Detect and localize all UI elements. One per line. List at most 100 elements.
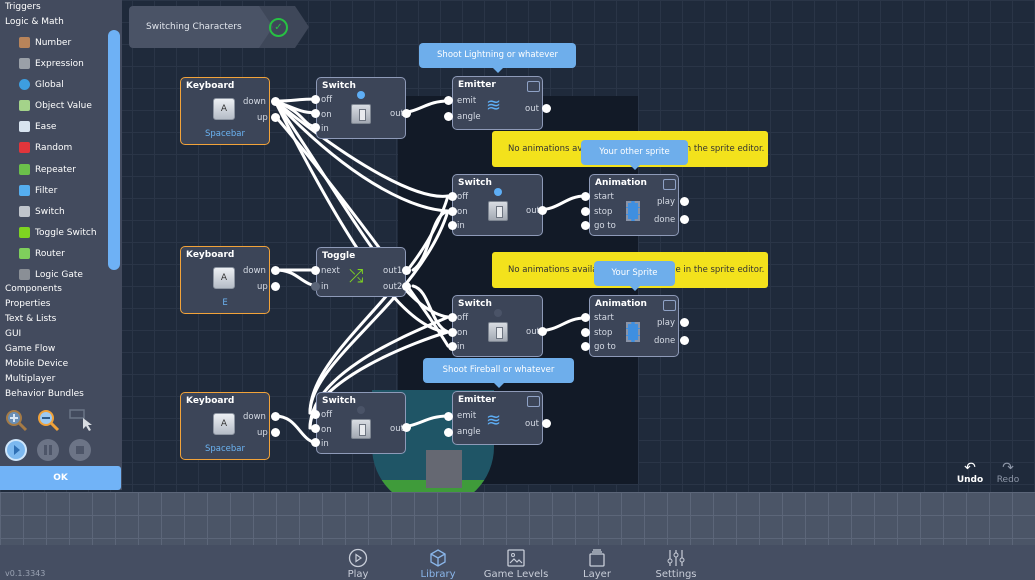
port-on[interactable] — [311, 109, 320, 118]
sidebar-item-toggle-switch[interactable]: Toggle Switch — [19, 227, 97, 238]
port-stop[interactable] — [581, 207, 590, 216]
port-angle[interactable] — [444, 112, 453, 121]
port-on[interactable] — [448, 207, 457, 216]
category-behavior-bundles[interactable]: Behavior Bundles — [5, 389, 84, 399]
port-angle[interactable] — [444, 428, 453, 437]
port-play[interactable] — [680, 318, 689, 327]
category-logic-math[interactable]: Logic & Math — [5, 17, 64, 27]
emitter-node-1[interactable]: Emitter emit angle ≋ out — [452, 76, 543, 130]
switch-node-1[interactable]: Switch off on in out — [316, 77, 406, 139]
sidebar-item-switch[interactable]: Switch — [19, 206, 65, 217]
switch-node-2[interactable]: Switch off on in out — [452, 174, 543, 236]
nav-layer[interactable]: Layer — [562, 548, 632, 580]
ok-button[interactable]: OK — [0, 466, 121, 490]
comment-bubble[interactable]: Your Sprite — [594, 261, 675, 291]
port-on[interactable] — [311, 424, 320, 433]
switch-node-3[interactable]: Switch off on in out — [316, 392, 406, 454]
nav-game-levels[interactable]: Game Levels — [481, 548, 551, 580]
sidebar-item-number[interactable]: Number — [19, 37, 71, 48]
category-game-flow[interactable]: Game Flow — [5, 344, 55, 354]
port-out[interactable] — [538, 206, 547, 215]
switch-node-4[interactable]: Switch off on in out — [452, 295, 543, 357]
nav-library[interactable]: Library — [403, 548, 473, 580]
play-icon[interactable] — [4, 438, 28, 462]
port-out2[interactable] — [402, 282, 411, 291]
sidebar-item-random[interactable]: Random — [19, 142, 72, 153]
port-go-to[interactable] — [581, 221, 590, 230]
comment-bubble[interactable]: Shoot Lightning or whatever — [419, 43, 576, 73]
port-down[interactable] — [271, 412, 280, 421]
port-stop[interactable] — [581, 328, 590, 337]
port-off[interactable] — [448, 313, 457, 322]
port-in[interactable] — [448, 342, 457, 351]
port-in[interactable] — [448, 221, 457, 230]
breadcrumb-title[interactable]: Switching Characters — [129, 6, 273, 48]
port-out[interactable] — [402, 109, 411, 118]
port-off[interactable] — [311, 410, 320, 419]
port-out1[interactable] — [402, 266, 411, 275]
zoom-out-icon[interactable] — [36, 408, 60, 432]
animation-node-1[interactable]: Animation start stop go to play done — [589, 174, 679, 236]
category-gui[interactable]: GUI — [5, 329, 21, 339]
keyboard-node-3[interactable]: Keyboard A down up Spacebar — [180, 392, 270, 460]
comment-bubble[interactable]: Shoot Fireball or whatever — [423, 358, 574, 388]
port-start[interactable] — [581, 313, 590, 322]
category-components[interactable]: Components — [5, 284, 62, 294]
port-down[interactable] — [271, 266, 280, 275]
category-triggers[interactable]: Triggers — [5, 2, 41, 12]
category-text-lists[interactable]: Text & Lists — [5, 314, 56, 324]
port-out[interactable] — [542, 419, 551, 428]
animation-node-2[interactable]: Animation start stop go to play done — [589, 295, 679, 357]
comment-icon[interactable] — [527, 396, 540, 407]
port-off[interactable] — [311, 95, 320, 104]
port-in[interactable] — [311, 438, 320, 447]
port-start[interactable] — [581, 192, 590, 201]
port-play[interactable] — [680, 197, 689, 206]
sidebar-item-filter[interactable]: Filter — [19, 185, 57, 196]
nav-settings[interactable]: Settings — [641, 548, 711, 580]
port-go-to[interactable] — [581, 342, 590, 351]
port-done[interactable] — [680, 215, 689, 224]
sidebar-item-ease[interactable]: Ease — [19, 121, 56, 132]
port-on[interactable] — [448, 328, 457, 337]
port-emit[interactable] — [444, 96, 453, 105]
comment-icon[interactable] — [527, 81, 540, 92]
category-mobile-device[interactable]: Mobile Device — [5, 359, 68, 369]
check-icon[interactable]: ✓ — [269, 18, 288, 37]
sidebar-item-object-value[interactable]: Object Value — [19, 100, 92, 111]
stop-icon[interactable] — [68, 438, 92, 462]
select-cursor-icon[interactable] — [68, 408, 92, 432]
keyboard-node-1[interactable]: Keyboard A down up Spacebar — [180, 77, 270, 145]
pause-icon[interactable] — [36, 438, 60, 462]
comment-bubble[interactable]: Your other sprite — [581, 140, 688, 170]
port-out[interactable] — [542, 104, 551, 113]
keyboard-node-2[interactable]: Keyboard A down up E — [180, 246, 270, 314]
port-up[interactable] — [271, 282, 280, 291]
toggle-node[interactable]: Toggle next in ⤮ out1 out2 — [316, 247, 406, 297]
port-done[interactable] — [680, 336, 689, 345]
sidebar-item-repeater[interactable]: Repeater — [19, 164, 76, 175]
redo-button[interactable]: ↷ Redo — [993, 461, 1023, 485]
category-multiplayer[interactable]: Multiplayer — [5, 374, 55, 384]
comment-icon[interactable] — [663, 179, 676, 190]
undo-button[interactable]: ↶ Undo — [955, 461, 985, 485]
nav-play[interactable]: Play — [323, 548, 393, 580]
sidebar-scrollbar[interactable] — [108, 30, 120, 270]
port-in[interactable] — [311, 282, 320, 291]
comment-icon[interactable] — [663, 300, 676, 311]
port-out[interactable] — [402, 423, 411, 432]
port-out[interactable] — [538, 327, 547, 336]
sidebar-item-expression[interactable]: Expression — [19, 58, 84, 69]
port-up[interactable] — [271, 428, 280, 437]
port-down[interactable] — [271, 97, 280, 106]
emitter-node-2[interactable]: Emitter emit angle ≋ out — [452, 391, 543, 445]
sidebar-item-logic-gate[interactable]: Logic Gate — [19, 269, 83, 280]
zoom-in-icon[interactable] — [4, 408, 28, 432]
category-properties[interactable]: Properties — [5, 299, 50, 309]
port-emit[interactable] — [444, 412, 453, 421]
port-next[interactable] — [311, 266, 320, 275]
port-up[interactable] — [271, 113, 280, 122]
port-off[interactable] — [448, 192, 457, 201]
sidebar-item-global[interactable]: Global — [19, 79, 64, 90]
port-in[interactable] — [311, 123, 320, 132]
